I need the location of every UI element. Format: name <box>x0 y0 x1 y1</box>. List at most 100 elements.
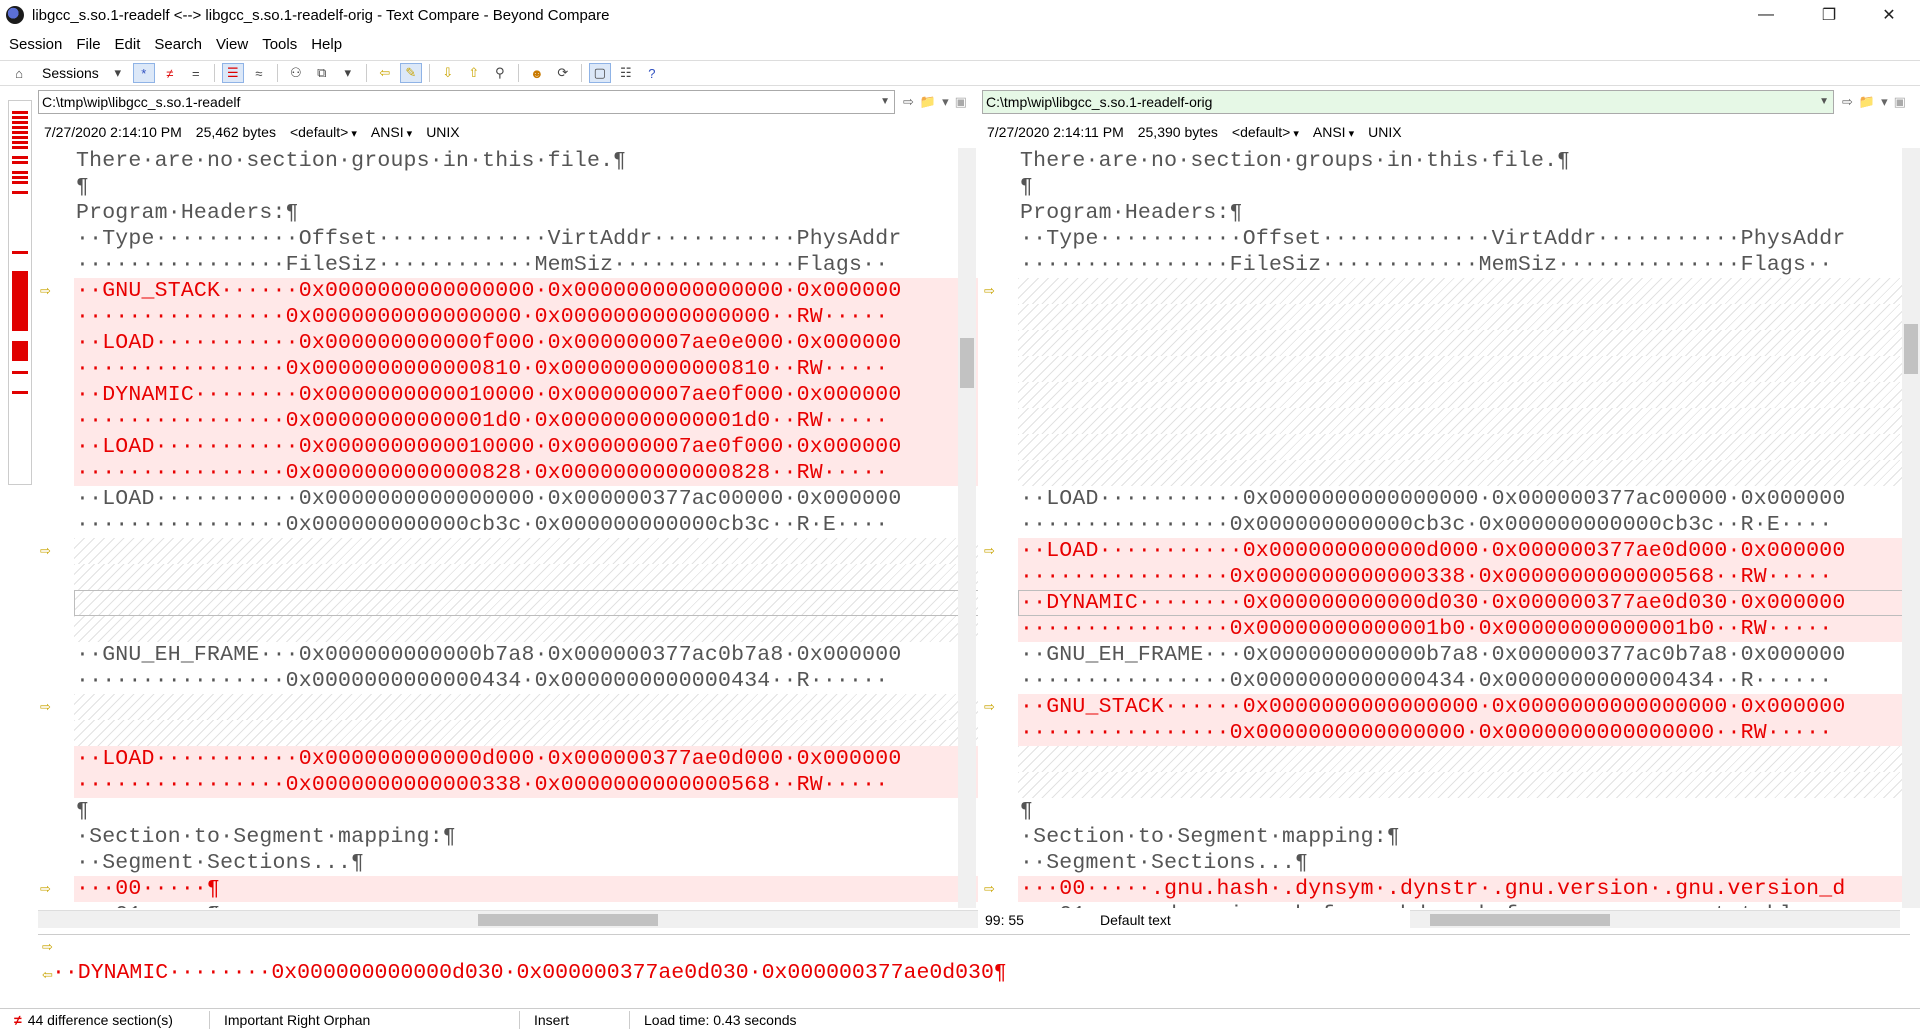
swap-icon[interactable]: ⚇ <box>285 63 307 83</box>
left-path-input[interactable]: C:\tmp\wip\libgcc_s.so.1-readelf ▼ <box>38 90 895 114</box>
left-line[interactable] <box>74 694 978 720</box>
left-line[interactable]: ················FileSiz············MemSi… <box>74 252 978 278</box>
prev-diff-icon[interactable]: ⇧ <box>463 63 485 83</box>
left-line[interactable]: ················0x000000000000cb3c·0x000… <box>74 512 978 538</box>
options-icon[interactable]: ☷ <box>615 63 637 83</box>
right-line[interactable]: ··LOAD···········0x0000000000000000·0x00… <box>1018 486 1920 512</box>
right-copy-arrow-icon[interactable]: ⇨ <box>984 881 995 897</box>
restore-button[interactable]: ❐ <box>1800 0 1858 30</box>
ignore-icon[interactable]: ☻ <box>526 63 548 83</box>
left-format-dropdown[interactable]: <default> <box>290 124 357 140</box>
left-line[interactable]: ··Segment·Sections...¶ <box>74 850 978 876</box>
menu-file[interactable]: File <box>69 36 107 53</box>
left-encoding-dropdown[interactable]: ANSI <box>371 124 412 140</box>
right-line[interactable] <box>1018 278 1920 304</box>
chevron-down-icon[interactable]: ▾ <box>1881 94 1888 110</box>
chevron-down-icon[interactable]: ▾ <box>942 94 949 110</box>
menu-tools[interactable]: Tools <box>255 36 304 53</box>
approx-icon[interactable]: ≈ <box>248 63 270 83</box>
left-line[interactable]: ················0x0000000000000828·0x000… <box>74 460 978 486</box>
left-line[interactable]: ··GNU_STACK······0x0000000000000000·0x00… <box>74 278 978 304</box>
left-horizontal-scrollbar[interactable] <box>38 910 978 928</box>
left-line[interactable]: ¶ <box>74 174 978 200</box>
right-path-input[interactable]: C:\tmp\wip\libgcc_s.so.1-readelf-orig ▼ <box>982 90 1834 114</box>
left-hscroll-thumb[interactable] <box>478 914 658 926</box>
left-line[interactable]: There·are·no·section·groups·in·this·file… <box>74 148 978 174</box>
left-line[interactable]: ·Section·to·Segment·mapping:¶ <box>74 824 978 850</box>
folder-open-icon[interactable]: 📁 <box>920 94 936 110</box>
menu-edit[interactable]: Edit <box>108 36 148 53</box>
left-line[interactable]: ··LOAD···········0x0000000000010000·0x00… <box>74 434 978 460</box>
left-line[interactable]: ¶ <box>74 798 978 824</box>
left-line[interactable]: ················0x0000000000000434·0x000… <box>74 668 978 694</box>
left-line[interactable]: ··Type···········Offset·············Virt… <box>74 226 978 252</box>
menu-session[interactable]: Session <box>0 36 69 53</box>
left-code-view[interactable]: There·are·no·section·groups·in·this·file… <box>74 148 978 908</box>
right-vscroll-thumb[interactable] <box>1904 324 1918 374</box>
right-line[interactable]: ··Segment·Sections...¶ <box>1018 850 1920 876</box>
right-line[interactable]: There·are·no·section·groups·in·this·file… <box>1018 148 1920 174</box>
view-icon[interactable]: ▢ <box>588 63 611 83</box>
right-line[interactable] <box>1018 330 1920 356</box>
save-icon[interactable]: ▣ <box>1894 94 1906 110</box>
left-line[interactable]: ··LOAD···········0x000000000000f000·0x00… <box>74 330 978 356</box>
left-line[interactable] <box>74 538 978 564</box>
copy-arrow-icon[interactable]: ⇨ <box>42 939 53 955</box>
left-arrow-icon[interactable]: ⇦ <box>374 63 396 83</box>
rules-icon[interactable]: ☰ <box>221 63 244 83</box>
left-vscroll-thumb[interactable] <box>960 338 974 388</box>
right-horizontal-scrollbar[interactable] <box>1410 910 1900 928</box>
left-copy-arrow-icon[interactable]: ⇨ <box>40 543 51 559</box>
right-line[interactable]: ¶ <box>1018 174 1920 200</box>
left-line-ending[interactable]: UNIX <box>426 124 459 140</box>
left-line[interactable] <box>74 564 978 590</box>
menu-help[interactable]: Help <box>304 36 349 53</box>
right-line-ending[interactable]: UNIX <box>1368 124 1401 140</box>
right-line[interactable]: ················0x0000000000000338·0x000… <box>1018 564 1920 590</box>
left-text-pane[interactable]: ⇨ ⇨ ⇨ ⇨ There·are·no·section·groups·in·this… <box>38 148 978 908</box>
left-line[interactable]: ··LOAD···········0x000000000000d000·0x00… <box>74 746 978 772</box>
right-vertical-scrollbar[interactable] <box>1902 148 1920 908</box>
all-diffs-icon[interactable]: * <box>132 63 155 83</box>
menu-view[interactable]: View <box>209 36 255 53</box>
left-line[interactable]: ················0x00000000000001d0·0x000… <box>74 408 978 434</box>
left-line[interactable] <box>74 720 978 746</box>
left-line[interactable]: ··LOAD···········0x0000000000000000·0x00… <box>74 486 978 512</box>
left-vertical-scrollbar[interactable] <box>958 148 976 908</box>
right-line[interactable] <box>1018 460 1920 486</box>
right-format-dropdown[interactable]: <default> <box>1232 124 1299 140</box>
right-line[interactable] <box>1018 304 1920 330</box>
sessions-button[interactable]: Sessions <box>42 65 99 81</box>
left-copy-arrow-icon[interactable]: ⇨ <box>40 699 51 715</box>
right-line[interactable]: ················0x00000000000001b0·0x000… <box>1018 616 1920 642</box>
folder-open-icon[interactable]: 📁 <box>1859 94 1875 110</box>
right-line[interactable]: ···00·····.gnu.hash·.dynsym·.dynstr·.gnu… <box>1018 876 1920 902</box>
left-line[interactable]: ···01·····¶ <box>74 902 978 908</box>
left-line[interactable]: ··GNU_EH_FRAME···0x000000000000b7a8·0x00… <box>74 642 978 668</box>
next-diff-icon[interactable]: ⇩ <box>437 63 459 83</box>
right-line[interactable]: Program·Headers:¶ <box>1018 200 1920 226</box>
difference-overview-thumbnail[interactable] <box>8 100 32 485</box>
right-line[interactable]: ················0x0000000000000434·0x000… <box>1018 668 1920 694</box>
copy-dropdown-icon[interactable]: ▾ <box>337 63 359 83</box>
right-line[interactable] <box>1018 434 1920 460</box>
right-code-view[interactable]: There·are·no·section·groups·in·this·file… <box>1018 148 1920 908</box>
right-line[interactable] <box>1018 772 1920 798</box>
detail-line-text[interactable]: ··DYNAMIC········0x000000000000d030·0x00… <box>52 961 1007 985</box>
right-line[interactable]: ··DYNAMIC········0x000000000000d030·0x00… <box>1018 590 1920 616</box>
edit-icon[interactable]: ✎ <box>399 63 422 83</box>
close-button[interactable]: ✕ <box>1860 0 1918 30</box>
right-line[interactable]: ···01·····.dynamic·.eh_frame_hdr·.eh_fra… <box>1018 902 1920 908</box>
right-line[interactable]: ¶ <box>1018 798 1920 824</box>
home-icon[interactable]: ⌂ <box>8 63 30 83</box>
sessions-dropdown-icon[interactable]: ▾ <box>107 63 129 83</box>
save-icon[interactable]: ▣ <box>955 94 967 110</box>
right-copy-arrow-icon[interactable]: ⇨ <box>984 543 995 559</box>
right-text-pane[interactable]: ⇨ ⇨ ⇨ ⇨ There·are·no·section·groups·in·this… <box>982 148 1920 908</box>
right-line[interactable]: ··GNU_STACK······0x0000000000000000·0x00… <box>1018 694 1920 720</box>
open-history-icon[interactable]: ⇨ <box>903 94 914 110</box>
left-line[interactable]: ···00·····¶ <box>74 876 978 902</box>
right-copy-arrow-icon[interactable]: ⇨ <box>984 699 995 715</box>
menu-search[interactable]: Search <box>147 36 209 53</box>
right-line[interactable] <box>1018 382 1920 408</box>
